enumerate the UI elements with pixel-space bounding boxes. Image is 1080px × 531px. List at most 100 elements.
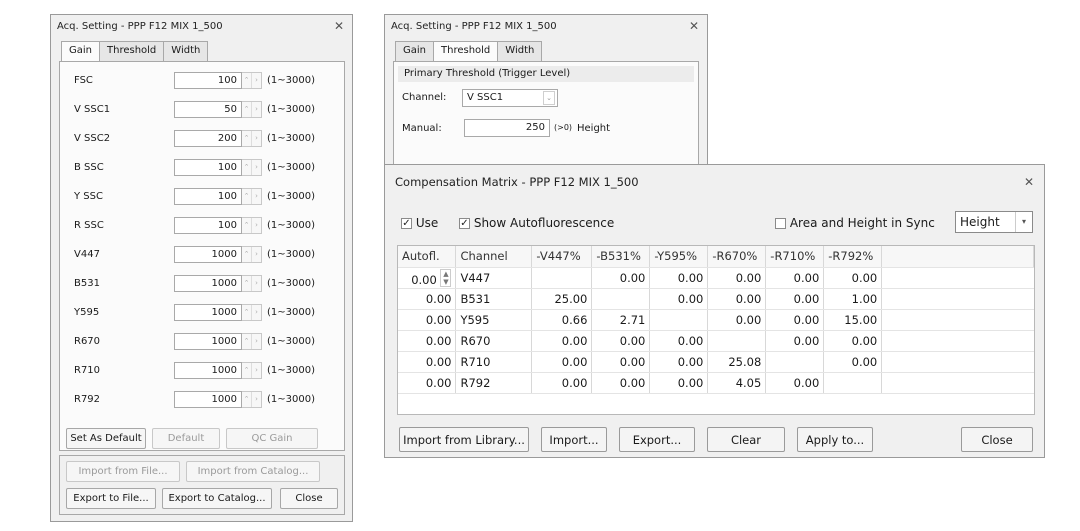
autofl-cell[interactable]: 0.00 xyxy=(398,330,457,352)
import-from-catalog-button[interactable]: Import from Catalog... xyxy=(186,461,320,482)
gain-spinner[interactable]: ⌃ › xyxy=(242,332,262,350)
tab-threshold[interactable]: Threshold xyxy=(99,41,165,61)
matrix-cell[interactable]: 1.00 xyxy=(823,288,883,310)
matrix-cell[interactable]: 0.00 xyxy=(707,309,767,331)
matrix-cell[interactable]: 0.00 xyxy=(531,372,593,394)
tab-width[interactable]: Width xyxy=(497,41,543,61)
spin-up-icon[interactable]: › xyxy=(252,102,261,117)
autofl-cell[interactable]: 0.00 xyxy=(398,288,457,310)
matrix-column-header[interactable]: Channel xyxy=(455,246,533,268)
spin-up-icon[interactable]: › xyxy=(252,392,261,407)
autofl-cell[interactable]: 0.00 xyxy=(398,309,457,331)
matrix-cell[interactable] xyxy=(707,330,767,352)
tab-gain[interactable]: Gain xyxy=(395,41,434,61)
matrix-column-header[interactable]: -V447% xyxy=(531,246,593,268)
matrix-cell[interactable]: 25.00 xyxy=(531,288,593,310)
spin-up-icon[interactable]: › xyxy=(252,218,261,233)
matrix-cell[interactable]: 0.00 xyxy=(531,330,593,352)
import-button[interactable]: Import... xyxy=(541,427,607,452)
spin-down-icon[interactable]: ⌃ xyxy=(242,188,252,204)
manual-input[interactable]: 250 xyxy=(464,119,550,137)
export-to-catalog-button[interactable]: Export to Catalog... xyxy=(162,488,272,509)
spin-down-icon[interactable]: ⌃ xyxy=(242,275,252,291)
spin-down-icon[interactable]: ⌃ xyxy=(242,72,252,88)
apply-to-button[interactable]: Apply to... xyxy=(797,427,873,452)
autofl-cell[interactable]: 0.00 xyxy=(398,351,457,373)
gain-spinner[interactable]: ⌃ › xyxy=(242,129,262,147)
spin-up-icon[interactable]: › xyxy=(252,131,261,146)
spin-up-icon[interactable]: › xyxy=(252,73,261,88)
matrix-cell[interactable]: 0.00 xyxy=(707,288,767,310)
matrix-column-header[interactable]: -Y595% xyxy=(649,246,709,268)
set-as-default-button[interactable]: Set As Default xyxy=(66,428,146,449)
matrix-cell[interactable]: 0.00 xyxy=(649,267,709,289)
spin-down-icon[interactable]: ⌃ xyxy=(242,130,252,146)
spin-up-icon[interactable]: › xyxy=(252,160,261,175)
tab-threshold[interactable]: Threshold xyxy=(433,41,499,61)
matrix-cell[interactable]: 0.00 xyxy=(591,372,651,394)
spin-down-icon[interactable]: ⌃ xyxy=(242,304,252,320)
spin-up-icon[interactable]: › xyxy=(252,189,261,204)
spin-up-icon[interactable]: › xyxy=(252,334,261,349)
matrix-cell[interactable]: 0.00 xyxy=(765,372,825,394)
matrix-column-header[interactable]: -R670% xyxy=(707,246,767,268)
matrix-cell[interactable]: 25.08 xyxy=(707,351,767,373)
gain-spinner[interactable]: ⌃ › xyxy=(242,303,262,321)
gain-value-input[interactable]: 100 xyxy=(174,71,242,89)
matrix-cell[interactable]: 0.00 xyxy=(823,267,883,289)
gain-spinner[interactable]: ⌃ › xyxy=(242,100,262,118)
gain-value-input[interactable]: 1000 xyxy=(174,245,242,263)
gain-value-input[interactable]: 1000 xyxy=(174,361,242,379)
export-button[interactable]: Export... xyxy=(619,427,695,452)
gain-value-input[interactable]: 1000 xyxy=(174,303,242,321)
matrix-cell[interactable]: 0.00 xyxy=(591,351,651,373)
spin-down-icon[interactable]: ⌃ xyxy=(242,362,252,378)
gain-spinner[interactable]: ⌃ › xyxy=(242,71,262,89)
matrix-cell[interactable]: 0.00 xyxy=(531,351,593,373)
area-height-sync-checkbox[interactable]: Area and Height in Sync xyxy=(775,216,935,230)
spin-down-icon[interactable]: ⌃ xyxy=(242,246,252,262)
chevron-down-icon[interactable]: ▾ xyxy=(1015,212,1032,232)
matrix-column-header[interactable]: -B531% xyxy=(591,246,651,268)
matrix-cell[interactable]: 0.00 xyxy=(649,288,709,310)
gain-value-input[interactable]: 200 xyxy=(174,129,242,147)
chevron-down-icon[interactable]: ⌄ xyxy=(543,91,555,105)
gain-value-input[interactable]: 100 xyxy=(174,158,242,176)
matrix-cell[interactable] xyxy=(591,288,651,310)
matrix-cell[interactable]: 0.00 xyxy=(707,267,767,289)
matrix-column-header[interactable]: -R792% xyxy=(823,246,883,268)
matrix-cell[interactable]: 0.00 xyxy=(823,330,883,352)
spin-down-icon[interactable]: ⌃ xyxy=(242,217,252,233)
matrix-cell[interactable]: 0.00 xyxy=(649,372,709,394)
matrix-cell[interactable] xyxy=(765,351,825,373)
mode-select[interactable]: Height ▾ xyxy=(955,211,1033,233)
matrix-cell[interactable]: 0.00 xyxy=(765,309,825,331)
gain-spinner[interactable]: ⌃ › xyxy=(242,216,262,234)
spin-down-icon[interactable]: ⌃ xyxy=(242,159,252,175)
gain-value-input[interactable]: 50 xyxy=(174,100,242,118)
matrix-cell[interactable]: 0.00 xyxy=(765,330,825,352)
autofl-cell[interactable]: 0.00 ▲ ▼ xyxy=(398,267,457,289)
matrix-column-header[interactable]: -R710% xyxy=(765,246,825,268)
matrix-cell[interactable]: 0.00 xyxy=(823,351,883,373)
spinner-icon[interactable]: ▲ ▼ xyxy=(440,268,452,287)
close-button[interactable]: Close xyxy=(280,488,338,509)
close-icon[interactable]: ✕ xyxy=(334,19,344,33)
matrix-cell[interactable]: 2.71 xyxy=(591,309,651,331)
spin-up-icon[interactable]: › xyxy=(252,363,261,378)
spin-up-icon[interactable]: › xyxy=(252,305,261,320)
gain-spinner[interactable]: ⌃ › xyxy=(242,245,262,263)
gain-value-input[interactable]: 100 xyxy=(174,216,242,234)
tab-width[interactable]: Width xyxy=(163,41,209,61)
show-autofluorescence-checkbox[interactable]: ✓ Show Autofluorescence xyxy=(459,216,614,230)
matrix-cell[interactable]: 0.66 xyxy=(531,309,593,331)
gain-value-input[interactable]: 1000 xyxy=(174,274,242,292)
clear-button[interactable]: Clear xyxy=(707,427,785,452)
matrix-cell[interactable]: 15.00 xyxy=(823,309,883,331)
spin-down-icon[interactable]: ⌃ xyxy=(242,391,252,407)
spin-down-icon[interactable]: ⌃ xyxy=(242,101,252,117)
matrix-cell[interactable] xyxy=(649,309,709,331)
default-button[interactable]: Default xyxy=(152,428,220,449)
export-to-file-button[interactable]: Export to File... xyxy=(66,488,156,509)
spin-down-icon[interactable]: ⌃ xyxy=(242,333,252,349)
